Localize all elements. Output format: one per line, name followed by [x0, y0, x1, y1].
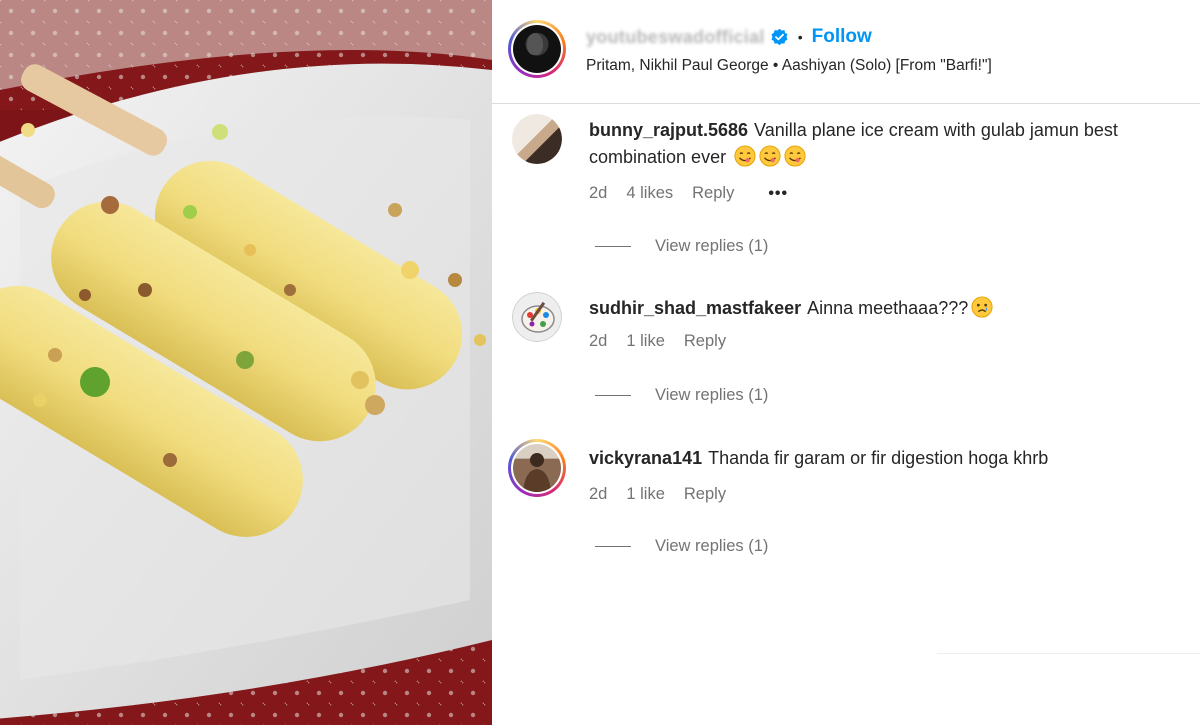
comments-panel: youtubeswadofficial • Follow Pritam, Nik…: [492, 0, 1200, 725]
view-replies-button[interactable]: View replies (1): [595, 537, 768, 556]
comment-likes[interactable]: 1 like: [626, 485, 665, 504]
view-replies-label: View replies (1): [655, 237, 769, 255]
comment-username[interactable]: bunny_rajput.5686: [589, 120, 748, 140]
comment-username[interactable]: sudhir_shad_mastfakeer: [589, 298, 801, 318]
comment-username[interactable]: vickyrana141: [589, 448, 702, 468]
commenter-avatar[interactable]: [512, 114, 562, 164]
replies-line: [595, 395, 631, 396]
comment-text: sudhir_shad_mastfakeer Ainna meethaaa???: [589, 295, 1179, 322]
crying-emoji-icon: [971, 296, 993, 318]
reply-button[interactable]: Reply: [684, 485, 726, 504]
replies-line: [595, 246, 631, 247]
audio-info[interactable]: Pritam, Nikhil Paul George • Aashiyan (S…: [586, 57, 992, 75]
view-replies-label: View replies (1): [655, 537, 769, 555]
comment-body: Thanda fir garam or fir digestion hoga k…: [708, 448, 1049, 468]
replies-line: [595, 546, 631, 547]
comment-meta: 2d 1 like Reply: [589, 332, 726, 351]
comment-meta: 2d 4 likes Reply •••: [589, 184, 788, 203]
post-photo: [0, 0, 492, 725]
palette-avatar-icon: [521, 301, 555, 333]
follow-button[interactable]: Follow: [812, 26, 872, 48]
comment-time[interactable]: 2d: [589, 332, 607, 351]
comment-body: Ainna meethaaa???: [807, 298, 969, 318]
comment-time[interactable]: 2d: [589, 485, 607, 504]
reply-button[interactable]: Reply: [692, 184, 734, 203]
commenter-avatar[interactable]: [512, 292, 562, 342]
post-header: youtubeswadofficial • Follow Pritam, Nik…: [492, 0, 1200, 104]
view-replies-button[interactable]: View replies (1): [595, 386, 768, 405]
yum-emoji-icon: [784, 145, 806, 167]
verified-badge-icon: [771, 28, 788, 45]
author-username[interactable]: youtubeswadofficial: [586, 27, 765, 48]
comment-meta: 2d 1 like Reply: [589, 485, 726, 504]
kulfi-photo: [0, 0, 492, 725]
yum-emoji-icon: [759, 145, 781, 167]
view-replies-button[interactable]: View replies (1): [595, 237, 768, 256]
author-row: youtubeswadofficial • Follow: [586, 25, 872, 49]
yum-emoji-icon: [734, 145, 756, 167]
more-options-icon[interactable]: •••: [768, 185, 788, 203]
person-avatar-icon: [523, 453, 551, 492]
divider: [937, 653, 1200, 654]
author-avatar[interactable]: [508, 20, 566, 78]
reply-button[interactable]: Reply: [684, 332, 726, 351]
comment-time[interactable]: 2d: [589, 184, 607, 203]
commenter-avatar[interactable]: [508, 439, 566, 497]
comment-likes[interactable]: 1 like: [626, 332, 665, 351]
comment-text: bunny_rajput.5686 Vanilla plane ice cream…: [589, 117, 1179, 171]
comment-text: vickyrana141 Thanda fir garam or fir dige…: [589, 445, 1179, 472]
view-replies-label: View replies (1): [655, 386, 769, 404]
comment-likes[interactable]: 4 likes: [626, 184, 673, 203]
separator-dot: •: [797, 29, 803, 45]
